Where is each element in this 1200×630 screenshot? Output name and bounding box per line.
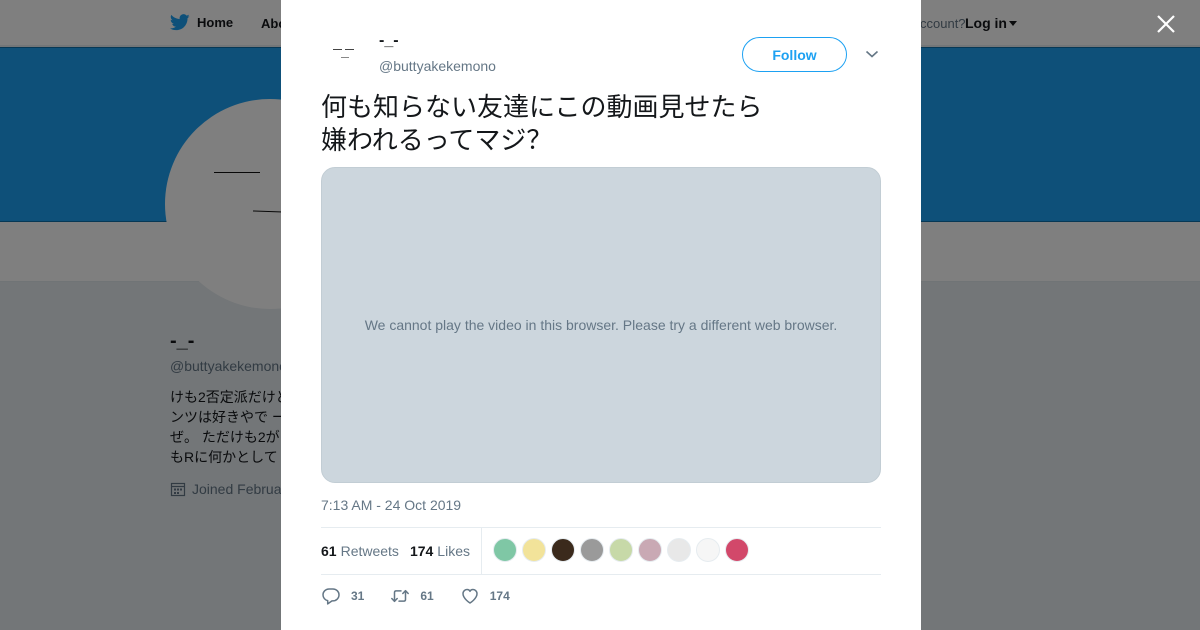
liker-avatar[interactable] <box>580 538 604 562</box>
avatar-mark <box>333 49 342 50</box>
divider <box>321 574 881 575</box>
reply-button[interactable]: 31 <box>321 586 364 606</box>
liker-avatar[interactable] <box>522 538 546 562</box>
retweets-count: 61 <box>321 543 337 559</box>
liker-avatars <box>493 538 749 562</box>
close-icon[interactable] <box>1155 13 1177 35</box>
author-name[interactable]: -_- <box>379 32 399 50</box>
reply-count: 31 <box>351 589 365 603</box>
author-avatar[interactable] <box>321 32 369 80</box>
liker-avatar[interactable] <box>696 538 720 562</box>
retweet-button[interactable]: 61 <box>390 586 434 606</box>
heart-icon <box>461 588 478 604</box>
tweet-timestamp[interactable]: 7:13 AM - 24 Oct 2019 <box>321 497 461 513</box>
liker-avatar[interactable] <box>667 538 691 562</box>
likes-label: Likes <box>437 543 470 559</box>
likes-stat[interactable]: 174 Likes <box>410 543 470 559</box>
reply-icon <box>322 588 340 605</box>
liker-avatar[interactable] <box>609 538 633 562</box>
like-button[interactable]: 174 <box>460 586 510 606</box>
divider <box>481 528 482 574</box>
avatar-mark <box>341 57 349 58</box>
follow-button[interactable]: Follow <box>742 37 847 72</box>
author-handle[interactable]: @buttyakekemono <box>379 58 496 74</box>
liker-avatar[interactable] <box>551 538 575 562</box>
likes-count: 174 <box>409 543 434 559</box>
tweet-text: 何も知らない友達にこの動画見せたら 嫌われるってマジ？ <box>321 93 763 156</box>
retweets-stat[interactable]: 61 Retweets <box>321 543 399 559</box>
retweet-icon <box>391 589 410 603</box>
tweet-modal: -_- @buttyakekemono Follow 何も知らない友達にこの動画… <box>281 0 921 630</box>
tweet-actions: 31 61 174 <box>321 586 536 606</box>
liker-avatar[interactable] <box>493 538 517 562</box>
video-player[interactable]: We cannot play the video in this browser… <box>321 167 881 483</box>
retweet-count: 61 <box>420 589 434 603</box>
like-count: 174 <box>489 589 510 603</box>
retweets-label: Retweets <box>340 543 399 559</box>
chevron-down-icon[interactable] <box>865 49 879 59</box>
video-unsupported-message: We cannot play the video in this browser… <box>364 317 838 333</box>
liker-avatar[interactable] <box>638 538 662 562</box>
avatar-mark <box>345 49 354 50</box>
tweet-stats: 61 Retweets 174 Likes <box>321 528 481 574</box>
liker-avatar[interactable] <box>725 538 749 562</box>
